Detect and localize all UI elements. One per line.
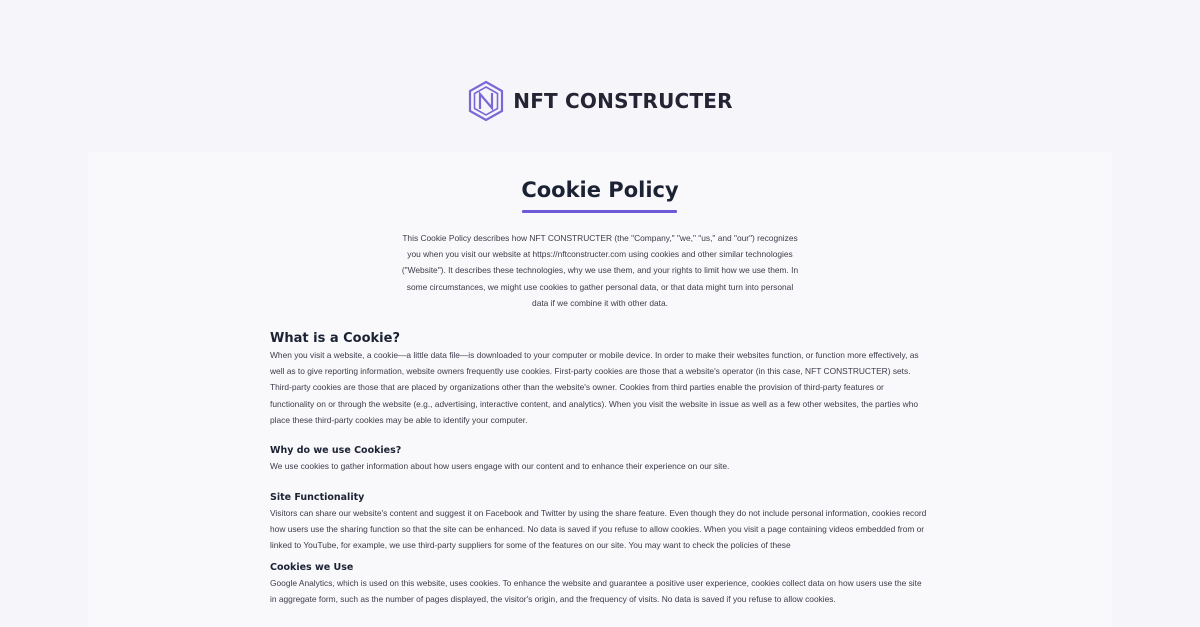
title-underline [522, 210, 677, 213]
section-body: When you visit a website, a cookie—a lit… [270, 350, 919, 425]
section-body: Google Analytics, which is used on this … [270, 578, 922, 605]
section-body: Visitors can share our website's content… [270, 508, 927, 551]
page-title: Cookie Policy [521, 178, 679, 202]
section-site-functionality: Site Functionality Visitors can share ou… [270, 491, 930, 553]
section-body: We use cookies to gather information abo… [270, 461, 730, 471]
section-heading: Cookies we Use [270, 562, 354, 573]
section-why-use-cookies: Why do we use Cookies? We use cookies to… [270, 444, 930, 474]
site-header: NFT CONSTRUCTER [0, 78, 1200, 124]
section-heading: Why do we use Cookies? [270, 445, 402, 456]
section-cookies-we-use: Cookies we Use Google Analytics, which i… [270, 561, 930, 607]
section-heading: What is a Cookie? [270, 331, 400, 346]
intro-paragraph: This Cookie Policy describes how NFT CON… [401, 233, 799, 308]
section-what-is-cookie: What is a Cookie? When you visit a websi… [270, 330, 930, 428]
hexagon-n-logo-icon[interactable] [467, 80, 505, 122]
section-heading: Site Functionality [270, 492, 365, 503]
brand-name[interactable]: NFT CONSTRUCTER [513, 89, 733, 113]
